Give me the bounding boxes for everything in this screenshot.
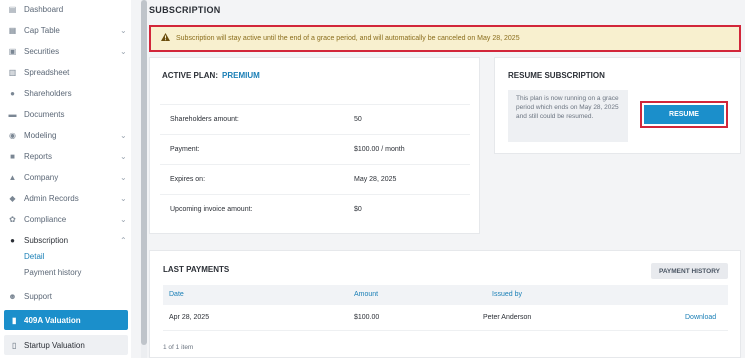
chevron-down-icon: ⌄ xyxy=(120,151,127,161)
plan-row: Expires on: May 28, 2025 xyxy=(160,164,470,194)
subscription-icon: ● xyxy=(10,235,15,245)
sidebar-item-compliance[interactable]: ✿ Compliance ⌄ xyxy=(0,209,131,229)
column-issued-by[interactable]: Issued by xyxy=(492,291,522,298)
column-date[interactable]: Date xyxy=(169,291,184,298)
sidebar-item-409a-valuation[interactable]: ▮ 409A Valuation xyxy=(4,310,128,330)
grace-period-alert: Subscription will stay active until the … xyxy=(149,25,741,52)
resume-subscription-card: RESUME SUBSCRIPTION This plan is now run… xyxy=(494,57,741,154)
admin-records-icon: ◆ xyxy=(9,193,16,203)
scrollbar-thumb[interactable] xyxy=(141,0,147,345)
last-payments-heading: LAST PAYMENTS xyxy=(163,265,230,274)
startup-valuation-icon: ▯ xyxy=(12,340,17,350)
download-link[interactable]: Download xyxy=(685,314,716,321)
sidebar-item-modeling[interactable]: ◉ Modeling ⌄ xyxy=(0,125,131,145)
sidebar-item-cap-table[interactable]: ▦ Cap Table ⌄ xyxy=(0,20,131,40)
chevron-down-icon: ⌄ xyxy=(120,25,127,35)
resume-note: This plan is now running on a grace peri… xyxy=(508,90,628,142)
shareholders-icon: ● xyxy=(10,88,15,98)
sidebar-scrollbar[interactable] xyxy=(141,0,147,358)
chevron-down-icon: ⌄ xyxy=(120,172,127,182)
pagination-info: 1 of 1 item xyxy=(163,344,194,351)
spreadsheet-icon: ▥ xyxy=(8,67,17,77)
sidebar-item-documents[interactable]: ▬ Documents xyxy=(0,104,131,124)
payment-history-button[interactable]: PAYMENT HISTORY xyxy=(651,263,728,279)
resume-heading: RESUME SUBSCRIPTION xyxy=(508,71,605,80)
plan-name: PREMIUM xyxy=(222,71,260,80)
chevron-up-icon: ⌃ xyxy=(120,235,127,245)
company-icon: ▲ xyxy=(8,172,17,182)
sidebar-item-reports[interactable]: ■ Reports ⌄ xyxy=(0,146,131,166)
sidebar-subitem-detail[interactable]: Detail xyxy=(24,252,44,261)
chevron-down-icon: ⌄ xyxy=(120,130,127,140)
plan-row: Payment: $100.00 / month xyxy=(160,134,470,164)
support-icon: ☻ xyxy=(8,291,17,301)
sidebar-item-admin-records[interactable]: ◆ Admin Records ⌄ xyxy=(0,188,131,208)
chevron-down-icon: ⌄ xyxy=(120,214,127,224)
reports-icon: ■ xyxy=(10,151,15,161)
plan-row: Shareholders amount: 50 xyxy=(160,104,470,134)
last-payments-card: LAST PAYMENTS PAYMENT HISTORY Date Amoun… xyxy=(149,250,741,358)
warning-icon xyxy=(161,33,170,43)
sidebar-item-shareholders[interactable]: ● Shareholders xyxy=(0,83,131,103)
column-amount[interactable]: Amount xyxy=(354,291,378,298)
chevron-down-icon: ⌄ xyxy=(120,46,127,56)
compliance-icon: ✿ xyxy=(9,214,16,224)
resume-button-highlight: RESUME xyxy=(640,101,728,128)
sidebar-item-company[interactable]: ▲ Company ⌄ xyxy=(0,167,131,187)
valuation-icon: ▮ xyxy=(12,315,17,325)
active-plan-heading: ACTIVE PLAN: PREMIUM xyxy=(162,71,260,80)
sidebar-subitem-payment-history[interactable]: Payment history xyxy=(24,268,81,277)
cap-table-icon: ▦ xyxy=(8,25,17,35)
table-row: Apr 28, 2025 $100.00 Peter Anderson Down… xyxy=(163,305,728,331)
payments-table-header: Date Amount Issued by xyxy=(163,285,728,305)
page-title: SUBSCRIPTION xyxy=(149,5,221,15)
sidebar-item-spreadsheet[interactable]: ▥ Spreadsheet xyxy=(0,62,131,82)
active-plan-card: ACTIVE PLAN: PREMIUM Shareholders amount:… xyxy=(149,57,480,234)
chevron-down-icon: ⌄ xyxy=(120,193,127,203)
securities-icon: ▣ xyxy=(8,46,17,56)
sidebar-item-securities[interactable]: ▣ Securities ⌄ xyxy=(0,41,131,61)
dashboard-icon: ▤ xyxy=(8,4,17,14)
resume-button[interactable]: RESUME xyxy=(644,105,724,124)
sidebar-item-subscription[interactable]: ● Subscription ⌃ xyxy=(0,230,131,250)
alert-message: Subscription will stay active until the … xyxy=(176,35,520,42)
sidebar-item-startup-valuation[interactable]: ▯ Startup Valuation xyxy=(4,335,128,355)
sidebar-item-dashboard[interactable]: ▤ Dashboard xyxy=(0,0,131,19)
modeling-icon: ◉ xyxy=(9,130,16,140)
plan-row: Upcoming invoice amount: $0 xyxy=(160,194,470,224)
documents-icon: ▬ xyxy=(8,109,17,119)
sidebar: ▤ Dashboard ▦ Cap Table ⌄ ▣ Securities ⌄… xyxy=(0,0,131,358)
sidebar-item-support[interactable]: ☻ Support xyxy=(0,286,131,306)
